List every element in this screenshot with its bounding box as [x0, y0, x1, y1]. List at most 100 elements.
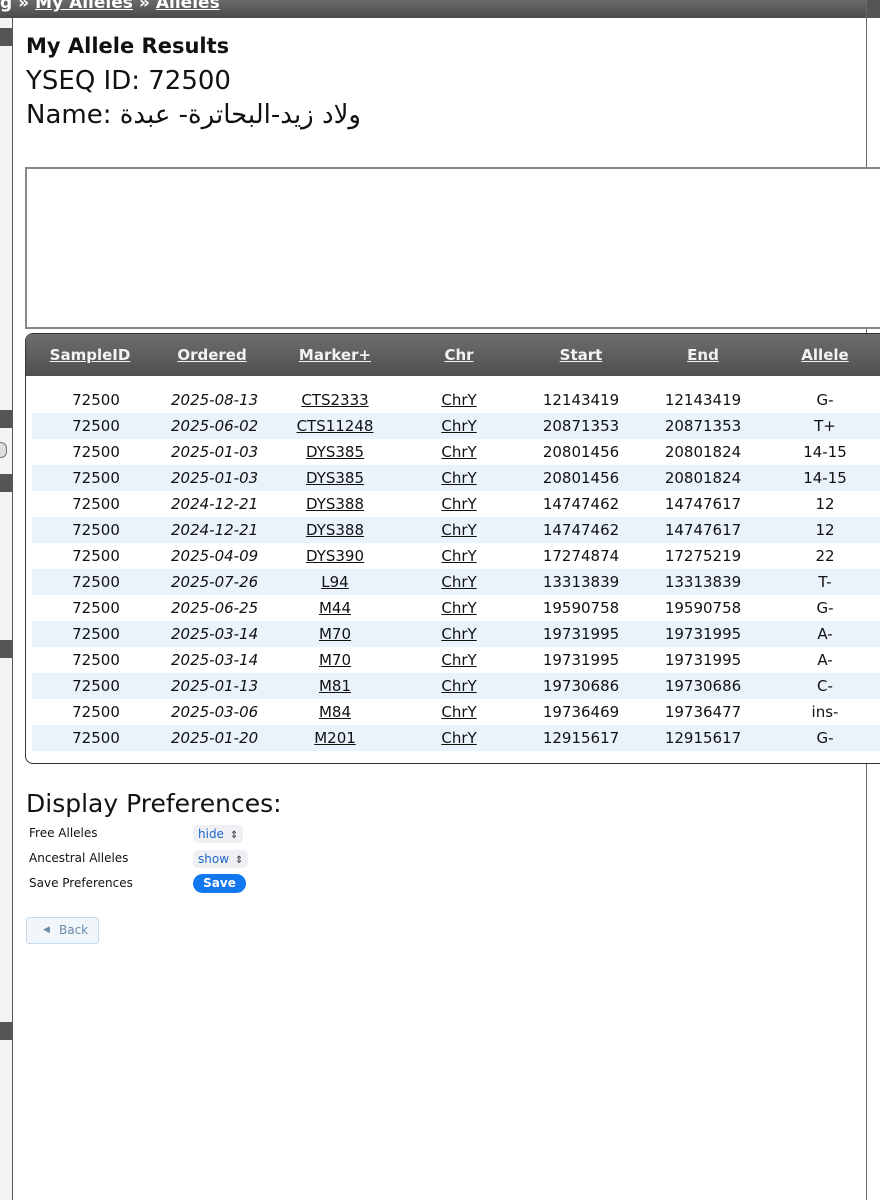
cell-chr[interactable]: ChrY: [431, 625, 487, 643]
cell-chr[interactable]: ChrY: [431, 469, 487, 487]
cell-marker[interactable]: DYS388: [292, 495, 378, 513]
table-row: 72500 2025-06-25 M44 ChrY 19590758 19590758 G-: [32, 595, 880, 621]
table-header: SampleID Ordered Marker+ Chr Start End A…: [26, 334, 880, 376]
column-marker[interactable]: Marker+: [292, 346, 378, 364]
cell-ordered: 2025-03-06: [171, 703, 259, 721]
cell-start: 19590758: [542, 599, 620, 617]
cell-allele: 22: [815, 547, 835, 565]
cell-marker[interactable]: CTS11248: [292, 417, 378, 435]
cell-allele: ins-: [811, 703, 839, 721]
cell-start: 14747462: [542, 521, 620, 539]
column-allele[interactable]: Allele: [794, 346, 856, 364]
cell-allele: G-: [816, 729, 834, 747]
cell-chr[interactable]: ChrY: [431, 495, 487, 513]
cell-ordered: 2025-03-14: [171, 651, 259, 669]
right-panel-block: [867, 0, 880, 18]
cell-marker[interactable]: CTS2333: [292, 391, 378, 409]
cell-sampleid: 72500: [72, 495, 120, 513]
cell-allele: 12: [815, 495, 835, 513]
column-end[interactable]: End: [664, 346, 742, 364]
back-button[interactable]: ◀ Back: [26, 917, 99, 944]
top-bar: g » My Alleles » Alleles: [0, 0, 880, 18]
cell-start: 20871353: [542, 417, 620, 435]
preferences-heading: Display Preferences:: [26, 789, 282, 818]
breadcrumb-my-alleles[interactable]: My Alleles: [35, 0, 133, 13]
cell-marker[interactable]: M70: [292, 651, 378, 669]
cell-allele: A-: [817, 651, 833, 669]
ancestral-alleles-label: Ancestral Alleles: [29, 851, 129, 865]
cell-chr[interactable]: ChrY: [431, 417, 487, 435]
cell-allele: A-: [817, 625, 833, 643]
cell-chr[interactable]: ChrY: [431, 599, 487, 617]
cell-end: 17275219: [664, 547, 742, 565]
cell-chr[interactable]: ChrY: [431, 677, 487, 695]
page-title: My Allele Results: [26, 34, 230, 58]
ancestral-alleles-select[interactable]: show ⇕: [193, 850, 249, 868]
table-body: 72500 2025-08-13 CTS2333 ChrY 12143419 121434…: [32, 387, 880, 751]
cell-chr[interactable]: ChrY: [431, 651, 487, 669]
cell-end: 13313839: [664, 573, 742, 591]
allele-table: SampleID Ordered Marker+ Chr Start End A…: [25, 333, 880, 764]
cell-start: 19731995: [542, 651, 620, 669]
cell-start: 19730686: [542, 677, 620, 695]
back-label: Back: [59, 923, 89, 937]
cell-start: 12915617: [542, 729, 620, 747]
cell-ordered: 2025-01-03: [171, 469, 259, 487]
cell-marker[interactable]: M70: [292, 625, 378, 643]
table-row: 72500 2024-12-21 DYS388 ChrY 14747462 1474761…: [32, 491, 880, 517]
table-row: 72500 2025-03-14 M70 ChrY 19731995 19731995 A-: [32, 621, 880, 647]
cell-ordered: 2025-01-03: [171, 443, 259, 461]
column-ordered[interactable]: Ordered: [171, 346, 253, 364]
cell-start: 12143419: [542, 391, 620, 409]
sidebar-block: [0, 474, 12, 492]
cell-chr[interactable]: ChrY: [431, 703, 487, 721]
cell-ordered: 2024-12-21: [171, 495, 259, 513]
sidebar-block: [0, 28, 12, 46]
table-row: 72500 2024-12-21 DYS388 ChrY 14747462 1474761…: [32, 517, 880, 543]
left-sidebar-edge: [0, 18, 13, 1200]
sidebar-block: [0, 640, 12, 658]
cell-marker[interactable]: M44: [292, 599, 378, 617]
cell-chr[interactable]: ChrY: [431, 521, 487, 539]
cell-marker[interactable]: L94: [292, 573, 378, 591]
cell-end: 19731995: [664, 651, 742, 669]
cell-ordered: 2025-03-14: [171, 625, 259, 643]
cell-sampleid: 72500: [72, 443, 120, 461]
cell-chr[interactable]: ChrY: [431, 547, 487, 565]
cell-marker[interactable]: DYS388: [292, 521, 378, 539]
cell-end: 12143419: [664, 391, 742, 409]
cell-end: 14747617: [664, 521, 742, 539]
select-arrows-icon: ⇕: [235, 855, 244, 866]
info-panel: [25, 167, 880, 329]
cell-chr[interactable]: ChrY: [431, 443, 487, 461]
cell-marker[interactable]: DYS385: [292, 469, 378, 487]
table-row: 72500 2025-03-06 M84 ChrY 19736469 19736477 in…: [32, 699, 880, 725]
cell-allele: T-: [818, 573, 832, 591]
column-chr[interactable]: Chr: [431, 346, 487, 364]
cell-allele: 14-15: [803, 443, 847, 461]
cell-sampleid: 72500: [72, 599, 120, 617]
save-button[interactable]: Save: [193, 874, 246, 893]
free-alleles-select[interactable]: hide ⇕: [193, 825, 244, 843]
sample-name: Name: ولاد زيد-البحاترة- عبدة: [26, 100, 361, 130]
cell-chr[interactable]: ChrY: [431, 391, 487, 409]
cell-marker[interactable]: DYS385: [292, 443, 378, 461]
cell-chr[interactable]: ChrY: [431, 729, 487, 747]
column-sampleid[interactable]: SampleID: [44, 346, 136, 364]
table-row: 72500 2025-01-20 M201 ChrY 12915617 12915617 G…: [32, 725, 880, 751]
sidebar-block: [0, 410, 12, 428]
cell-allele: T+: [814, 417, 836, 435]
sidebar-toggle[interactable]: [0, 442, 7, 458]
cell-marker[interactable]: M81: [292, 677, 378, 695]
cell-end: 19730686: [664, 677, 742, 695]
breadcrumb-alleles[interactable]: Alleles: [156, 0, 220, 13]
cell-marker[interactable]: M84: [292, 703, 378, 721]
cell-allele: G-: [816, 599, 834, 617]
column-start[interactable]: Start: [542, 346, 620, 364]
breadcrumb-separator: »: [18, 0, 30, 13]
cell-marker[interactable]: DYS390: [292, 547, 378, 565]
cell-chr[interactable]: ChrY: [431, 573, 487, 591]
cell-marker[interactable]: M201: [292, 729, 378, 747]
cell-ordered: 2024-12-21: [171, 521, 259, 539]
table-row: 72500 2025-04-09 DYS390 ChrY 17274874 1727521…: [32, 543, 880, 569]
